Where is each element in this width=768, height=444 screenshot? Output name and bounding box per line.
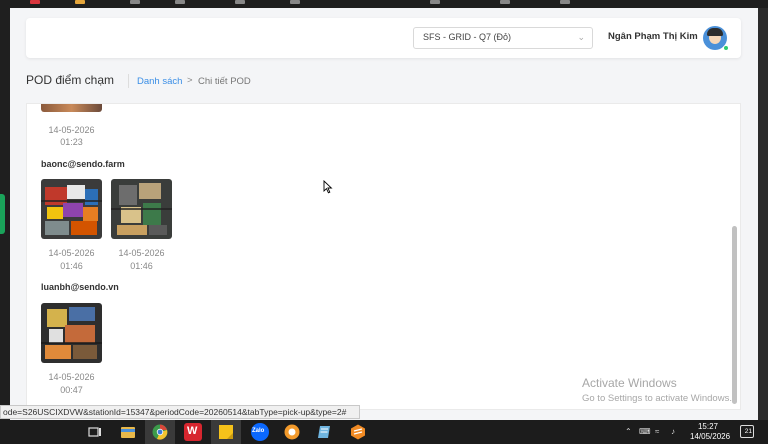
activate-windows-subtitle: Go to Settings to activate Windows.	[582, 393, 732, 404]
sticky-notes-icon[interactable]	[217, 423, 235, 441]
user-name[interactable]: Ngân Phạm Thị Kim	[608, 31, 698, 42]
pod-photo-thumbnail[interactable]	[41, 179, 102, 239]
window-tab-marker	[430, 0, 440, 4]
wifi-icon[interactable]: ≈	[655, 427, 659, 436]
window-tab-marker	[175, 0, 185, 4]
photo-date: 14-05-2026	[48, 248, 95, 258]
station-select-value: SFS - GRID - Q7 (Đỏ)	[423, 32, 512, 42]
windows-taskbar: W Zalo ⌃ ⌨ ≈ ♪ 15:27 14/05/2026 21	[0, 420, 768, 444]
uploader-email: baonc@sendo.farm	[41, 159, 125, 169]
pod-photo-image	[111, 179, 172, 239]
browser-viewport: SFS - GRID - Q7 (Đỏ) ⌄ Ngân Phạm Thị Kim…	[10, 8, 758, 420]
chrome-icon[interactable]	[151, 423, 169, 441]
pod-photo-thumbnail[interactable]	[111, 179, 172, 239]
photo-time: 01:46	[130, 261, 153, 271]
pod-photo-image	[41, 303, 102, 363]
taskbar-clock[interactable]: 15:27 14/05/2026	[690, 422, 731, 442]
zalo-icon[interactable]: Zalo	[251, 423, 269, 441]
wps-office-icon[interactable]: W	[184, 423, 202, 441]
window-tab-marker	[75, 0, 85, 4]
side-app-indicator	[0, 194, 5, 234]
volume-icon[interactable]: ♪	[671, 427, 675, 436]
keyboard-layout-icon[interactable]: ⌨	[639, 427, 651, 436]
app-header: SFS - GRID - Q7 (Đỏ) ⌄ Ngân Phạm Thị Kim	[26, 18, 741, 58]
pod-photo-thumbnail[interactable]	[41, 303, 102, 363]
notepad-icon[interactable]	[316, 423, 334, 441]
app-circle-icon[interactable]	[283, 423, 301, 441]
photo-date: 14-05-2026	[48, 125, 95, 135]
window-tab-marker	[235, 0, 245, 4]
windows-activation-watermark: Activate Windows Go to Settings to activ…	[582, 376, 732, 404]
window-tab-marker	[500, 0, 510, 4]
pod-photo-thumbnail[interactable]	[41, 104, 102, 112]
chevron-down-icon: ⌄	[577, 32, 585, 42]
content-scrollbar[interactable]	[732, 226, 737, 404]
notification-center-icon[interactable]: 21	[740, 425, 754, 438]
pod-detail-panel: 14-05-2026 01:23 baonc@sendo.farm 14-05-…	[26, 103, 741, 410]
window-tab-marker	[560, 0, 570, 4]
window-tab-marker	[30, 0, 40, 4]
clock-date: 14/05/2026	[690, 432, 731, 441]
breadcrumb-current: Chi tiết POD	[198, 76, 251, 87]
photo-date: 14-05-2026	[48, 372, 95, 382]
file-explorer-icon[interactable]	[119, 423, 137, 441]
online-status-dot	[723, 45, 729, 51]
photo-time: 01:46	[60, 261, 83, 271]
left-window-edge	[0, 8, 10, 420]
title-divider	[128, 74, 129, 88]
top-window-strip	[0, 0, 768, 8]
link-preview-statusbar: ode=S26USCIXDVW&stationId=15347&periodCo…	[0, 405, 360, 419]
uploader-email: luanbh@sendo.vn	[41, 282, 119, 292]
photo-time: 01:23	[60, 137, 83, 147]
breadcrumb-separator: >	[187, 75, 193, 86]
avatar-hair	[707, 28, 723, 36]
window-tab-marker	[130, 0, 140, 4]
photo-date: 14-05-2026	[118, 248, 165, 258]
task-view-icon[interactable]	[86, 423, 104, 441]
photo-time: 00:47	[60, 385, 83, 395]
chevron-up-icon[interactable]: ⌃	[625, 427, 632, 436]
station-select[interactable]: SFS - GRID - Q7 (Đỏ) ⌄	[413, 27, 593, 49]
activate-windows-title: Activate Windows	[582, 376, 677, 390]
sublime-text-icon[interactable]	[349, 423, 367, 441]
zalo-label: Zalo	[252, 428, 265, 434]
mouse-cursor-icon	[323, 180, 333, 194]
clock-time: 15:27	[697, 422, 719, 431]
notification-count: 21	[744, 428, 752, 435]
page-title: POD điểm chạm	[26, 73, 115, 87]
pod-photo-image	[41, 179, 102, 239]
window-tab-marker	[290, 0, 300, 4]
breadcrumb-link-list[interactable]: Danh sách	[137, 76, 182, 87]
wps-office-label: W	[187, 425, 198, 437]
